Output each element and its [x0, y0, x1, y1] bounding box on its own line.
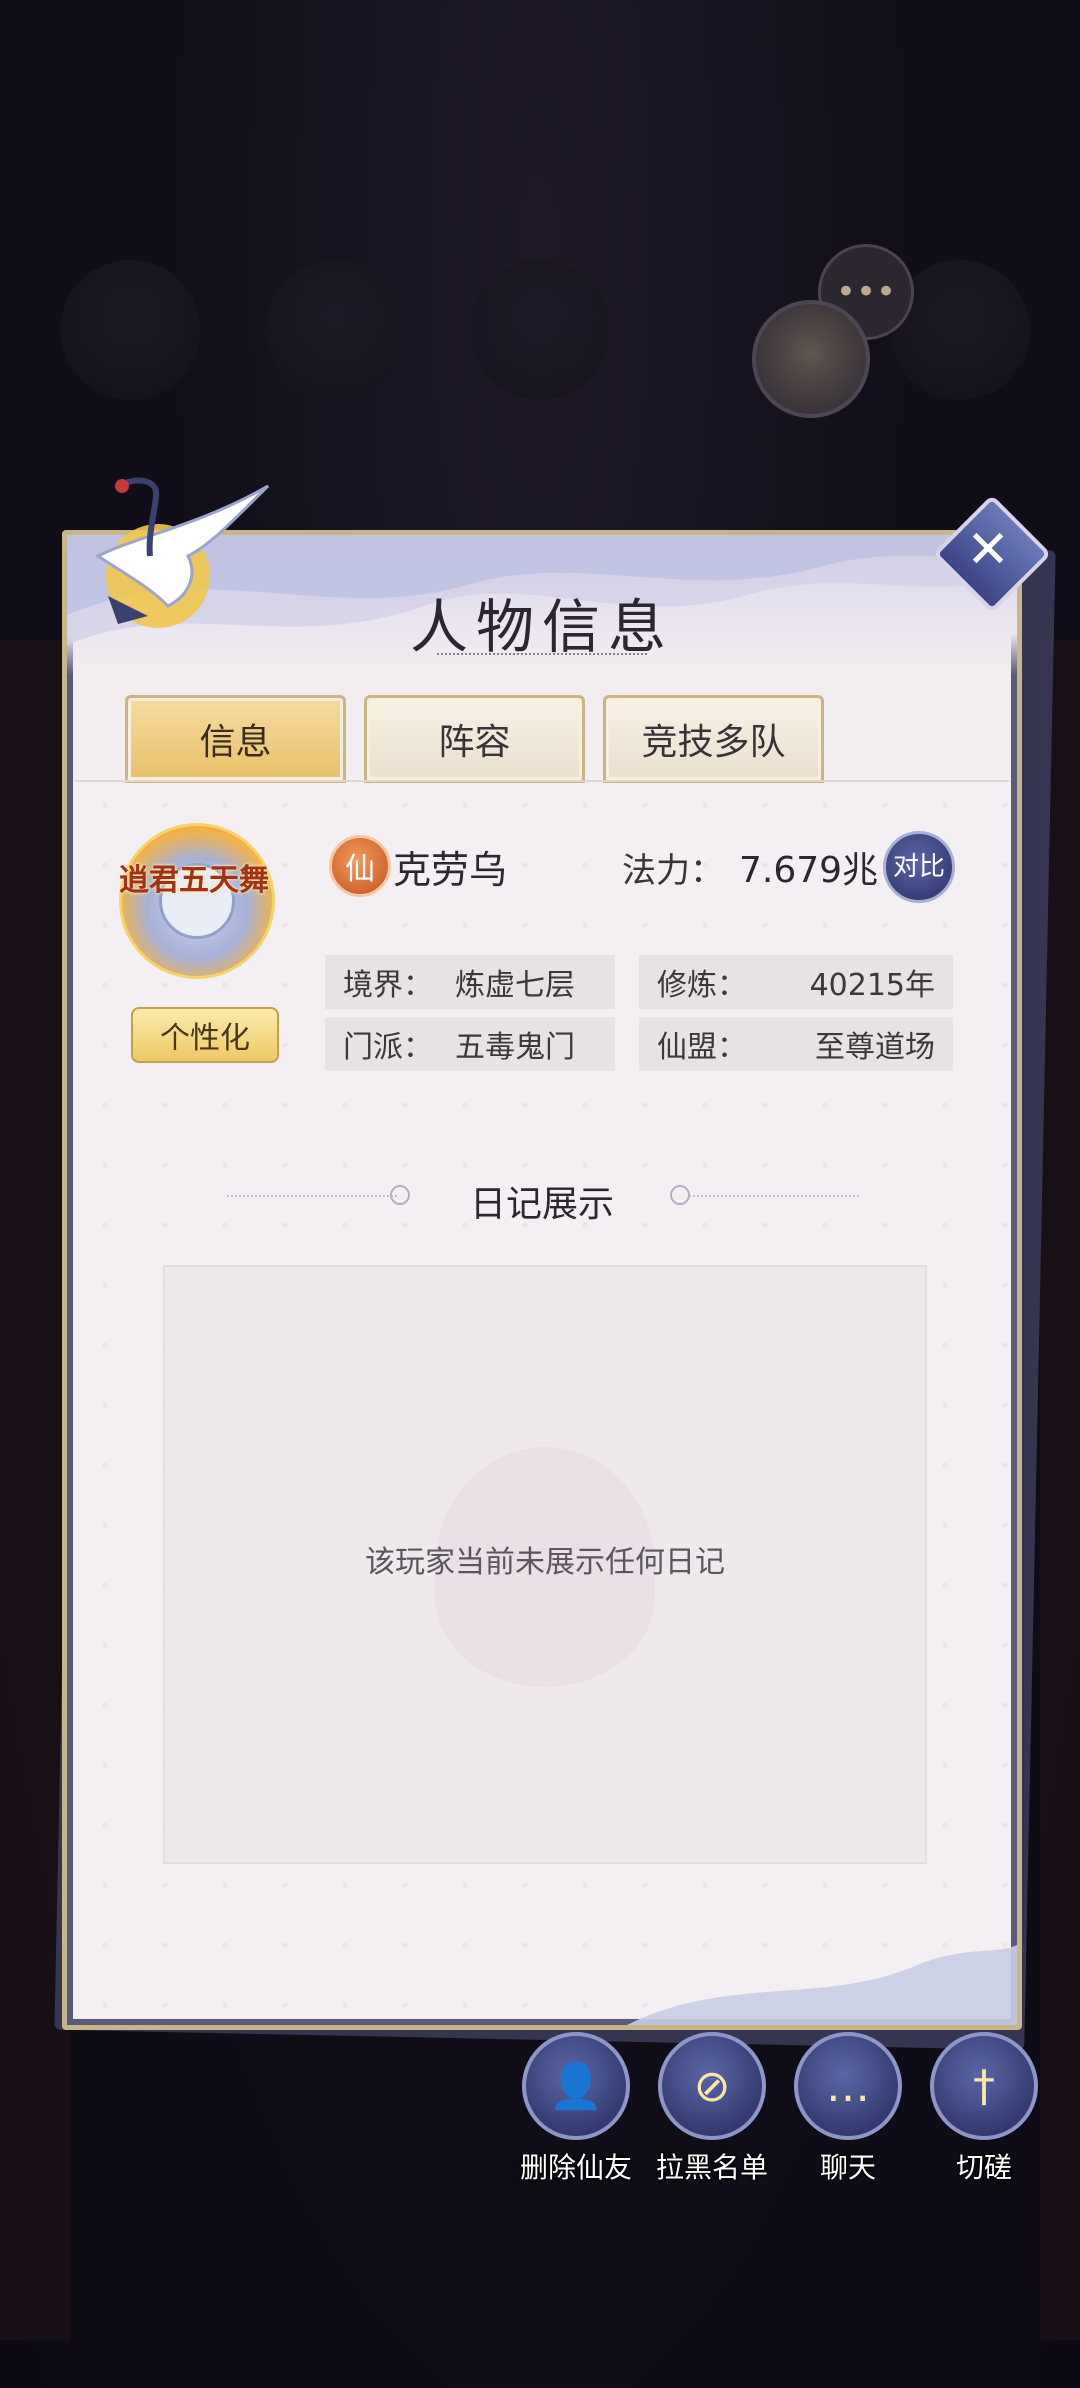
cultivation-value: 40215年	[809, 968, 935, 1003]
alliance-row: 仙盟： 至尊道场	[639, 1017, 953, 1071]
block-user-label: 拉黑名单	[656, 2151, 769, 2184]
chat-button[interactable]: … 聊天	[792, 2032, 904, 2186]
diary-empty-message: 该玩家当前未展示任何日记	[365, 1545, 725, 1580]
block-user-button[interactable]: ⊘ 拉黑名单	[656, 2032, 768, 2186]
close-icon[interactable]: ✕	[950, 512, 1026, 588]
action-bar: 👤 删除仙友 ⊘ 拉黑名单 … 聊天 † 切磋	[520, 2032, 1040, 2186]
realm-label: 境界：	[343, 968, 433, 1003]
sword-icon: †	[930, 2032, 1038, 2140]
realm-value: 炼虚七层	[455, 968, 575, 1003]
tab-lineup[interactable]: 阵容	[364, 695, 585, 783]
power-value: 7.679兆	[739, 850, 879, 891]
remove-friend-button[interactable]: 👤 删除仙友	[520, 2032, 632, 2186]
realm-row: 境界： 炼虚七层	[325, 955, 615, 1009]
personalize-button[interactable]: 个性化	[131, 1007, 279, 1063]
diary-panel: 该玩家当前未展示任何日记	[163, 1265, 927, 1864]
tab-bar: 信息 阵容 竞技多队	[125, 695, 824, 783]
sect-label: 门派：	[343, 1030, 433, 1065]
sect-row: 门派： 五毒鬼门	[325, 1017, 615, 1071]
sect-value: 五毒鬼门	[455, 1030, 575, 1065]
background-face	[752, 300, 870, 418]
alliance-label: 仙盟：	[657, 1030, 747, 1065]
immortal-badge-icon: 仙	[329, 835, 391, 897]
tab-info[interactable]: 信息	[125, 695, 346, 783]
cultivation-label: 修炼：	[657, 968, 747, 1003]
diary-ornament-right	[670, 1185, 690, 1205]
tab-divider	[75, 780, 1009, 782]
alliance-value: 至尊道场	[815, 1030, 935, 1065]
diary-divider-right	[689, 1195, 859, 1199]
player-name: 克劳乌	[393, 848, 508, 892]
remove-friend-icon: 👤	[522, 2032, 630, 2140]
power-label: 法力：	[622, 851, 724, 891]
tab-arena-teams[interactable]: 竞技多队	[603, 695, 824, 783]
title-ornament	[437, 653, 647, 665]
spar-button[interactable]: † 切磋	[928, 2032, 1040, 2186]
character-info-dialog: 人物信息 信息 阵容 竞技多队 逍君五天舞 个性化 仙 克劳乌 法力： 7.67…	[62, 530, 1022, 2030]
compare-button[interactable]: 对比	[883, 831, 955, 903]
chat-label: 聊天	[819, 2151, 876, 2184]
footer-wave-art	[627, 1945, 1017, 2025]
spar-label: 切磋	[955, 2151, 1012, 2184]
diary-title: 日记展示	[469, 1184, 614, 1225]
remove-friend-label: 删除仙友	[520, 2151, 633, 2184]
cultivation-row: 修炼： 40215年	[639, 955, 953, 1009]
avatar[interactable]: 逍君五天舞	[109, 813, 279, 1003]
crane-icon	[95, 477, 270, 628]
chat-icon: …	[794, 2032, 902, 2140]
block-user-icon: ⊘	[658, 2032, 766, 2140]
avatar-title-tag: 逍君五天舞	[119, 863, 269, 898]
